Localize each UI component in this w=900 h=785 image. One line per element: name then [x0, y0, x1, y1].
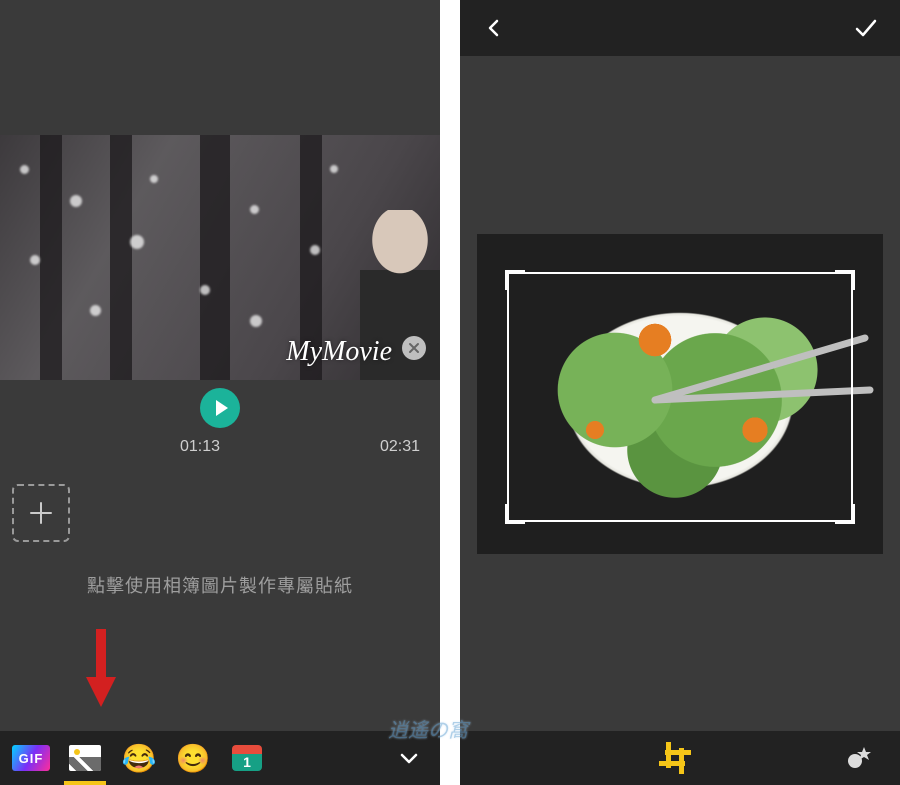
image-icon [69, 745, 101, 771]
crop-icon [662, 745, 688, 771]
check-icon [853, 15, 879, 41]
crop-stage[interactable] [460, 56, 900, 731]
play-icon [216, 400, 228, 416]
back-button[interactable] [476, 10, 512, 46]
time-display: 01:13 02:31 [0, 428, 440, 456]
top-spacer [0, 0, 440, 135]
add-sticker-button[interactable] [12, 484, 70, 542]
shape-tool-button[interactable] [840, 740, 876, 776]
crop-bottombar [460, 731, 900, 785]
crop-handle-tl[interactable] [505, 270, 525, 290]
magic-shape-icon [845, 745, 871, 771]
crop-topbar [460, 0, 900, 56]
gif-icon: GIF [12, 745, 50, 771]
laughing-emoji-icon: 😂 [122, 742, 157, 775]
crop-handle-br[interactable] [835, 504, 855, 524]
chevron-left-icon [484, 18, 504, 38]
play-button[interactable] [200, 388, 240, 428]
calendar-tab[interactable]: 1 [220, 731, 274, 785]
blush-emoji-icon: 😊 [176, 742, 211, 775]
crop-tool-button[interactable] [657, 740, 693, 776]
remove-watermark-button[interactable] [402, 336, 426, 360]
sticker-toolbar: GIF 😂 😊 1 [0, 731, 440, 785]
sticker-track [0, 474, 440, 542]
photo-preview [477, 234, 883, 554]
confirm-button[interactable] [848, 10, 884, 46]
image-tab[interactable] [58, 731, 112, 785]
bg-tree [40, 135, 62, 380]
crop-panel [460, 0, 900, 785]
collapse-button[interactable] [382, 731, 436, 785]
bg-tree [200, 135, 230, 380]
app-watermark: MyMovie [286, 336, 392, 368]
gif-tab[interactable]: GIF [4, 731, 58, 785]
current-time: 01:13 [20, 438, 380, 456]
crop-frame[interactable] [507, 272, 853, 522]
calendar-icon: 1 [232, 745, 262, 771]
bg-tree [110, 135, 132, 380]
tutorial-arrow [86, 629, 116, 709]
crop-handle-tr[interactable] [835, 270, 855, 290]
chevron-down-icon [398, 747, 420, 769]
editor-panel: MyMovie 01:13 02:31 點擊使用相簿圖片製作專屬貼紙 GIF [0, 0, 440, 785]
crop-handle-bl[interactable] [505, 504, 525, 524]
playback-controls: 01:13 02:31 [0, 380, 440, 456]
hint-text: 點擊使用相簿圖片製作專屬貼紙 [0, 572, 440, 598]
total-time: 02:31 [380, 438, 420, 456]
emoji-tab-2[interactable]: 😊 [166, 731, 220, 785]
video-preview[interactable]: MyMovie [0, 135, 440, 380]
emoji-tab-1[interactable]: 😂 [112, 731, 166, 785]
